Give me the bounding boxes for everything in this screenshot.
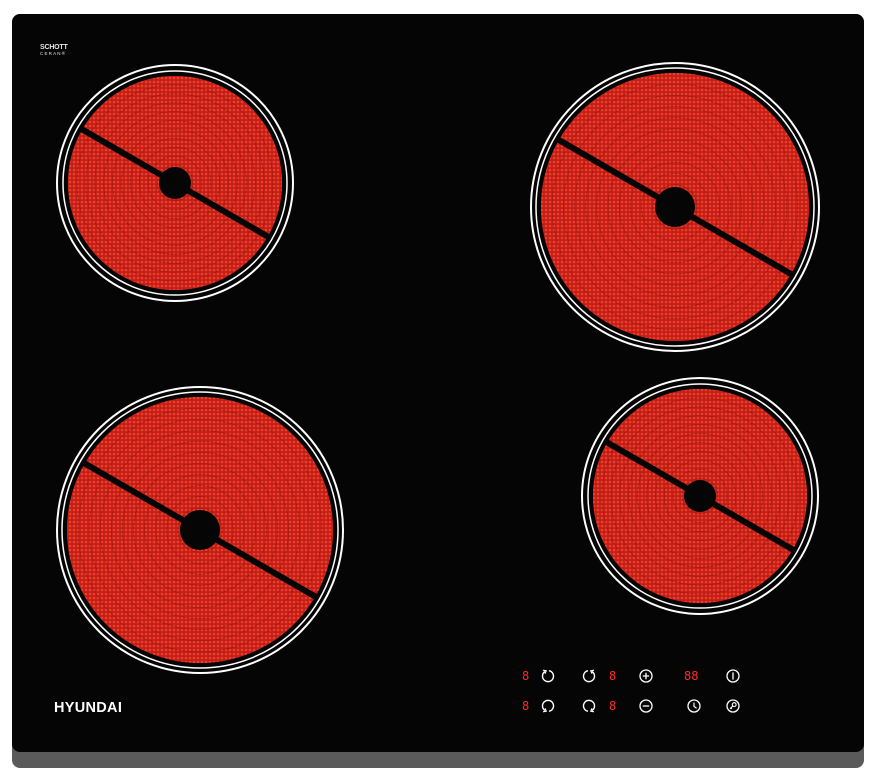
zone-center [180,510,220,550]
zone-rear-left-icon[interactable] [541,669,555,683]
lock-icon[interactable] [726,699,740,713]
power-icon[interactable] [726,669,740,683]
zone-center [655,187,695,227]
zone-center [159,167,191,199]
zone-center [684,480,716,512]
timer-display: 88 [684,669,699,683]
minus-icon[interactable] [639,699,653,713]
schott-ceran-logo: SCHOTT CERAN® [40,44,68,57]
zone-rear-right-icon[interactable] [582,669,596,683]
timer-icon[interactable] [687,699,701,713]
cooktop-image [12,14,864,768]
zone-front-left-icon[interactable] [541,699,555,713]
brand-logo: HYUNDAI [54,700,123,716]
zone-a-display: 8 [522,669,530,683]
zone-d-display: 8 [609,699,617,713]
plus-icon[interactable] [639,669,653,683]
zone-b-display: 8 [522,699,530,713]
zone-c-display: 8 [609,669,617,683]
zone-front-right-icon[interactable] [582,699,596,713]
schott-logo-line1: SCHOTT [40,44,68,51]
schott-logo-line2: CERAN® [40,51,67,56]
